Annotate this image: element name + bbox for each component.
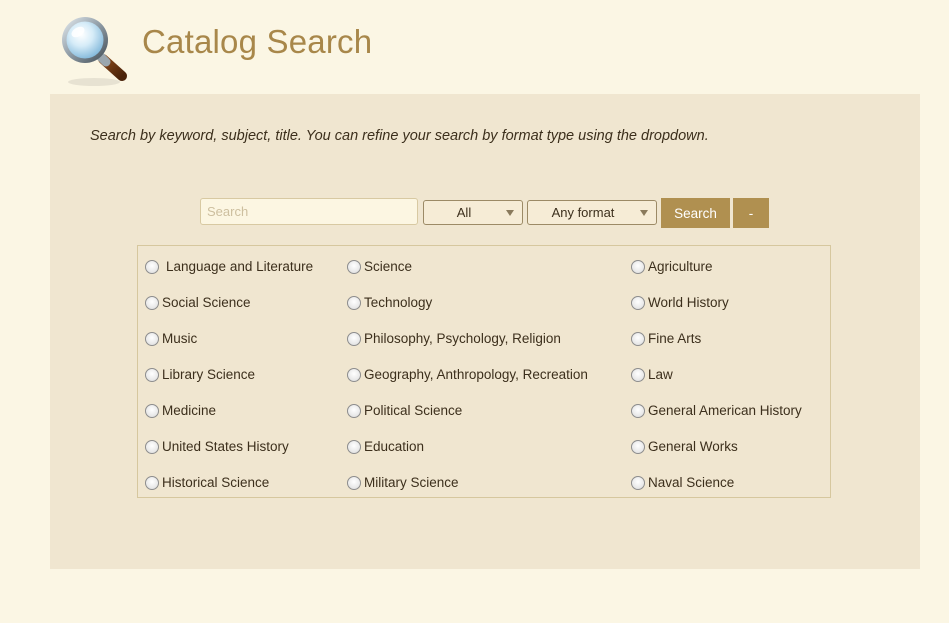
radio-button[interactable] — [631, 332, 645, 346]
subject-label: World History — [648, 294, 729, 310]
search-input[interactable] — [200, 198, 418, 225]
format-select[interactable]: Any format — [527, 200, 657, 225]
subject-label: Library Science — [162, 366, 256, 382]
radio-button[interactable] — [347, 404, 361, 418]
subject-label: General Works — [648, 438, 738, 454]
subject-option[interactable]: Military Science — [347, 473, 459, 491]
search-button[interactable]: Search — [661, 198, 730, 228]
subject-option[interactable]: Medicine — [145, 401, 216, 419]
subject-label: Education — [364, 438, 425, 454]
radio-button[interactable] — [631, 296, 645, 310]
radio-button[interactable] — [347, 296, 361, 310]
subject-option[interactable]: Historical Science — [145, 473, 269, 491]
subject-option[interactable]: Naval Science — [631, 473, 734, 491]
subject-option[interactable]: Social Science — [145, 293, 251, 311]
subject-option[interactable]: Agriculture — [631, 257, 713, 275]
subject-option[interactable]: Technology — [347, 293, 432, 311]
chevron-down-icon — [506, 210, 514, 216]
subject-label: Music — [162, 330, 198, 346]
radio-button[interactable] — [631, 404, 645, 418]
subject-label: Historical Science — [162, 474, 270, 490]
format-select-value: Any format — [551, 205, 615, 220]
subject-label: Philosophy, Psychology, Religion — [364, 330, 561, 346]
radio-button[interactable] — [145, 296, 159, 310]
subject-option[interactable]: World History — [631, 293, 729, 311]
subject-label: Science — [364, 258, 413, 274]
radio-button[interactable] — [145, 332, 159, 346]
radio-button[interactable] — [145, 368, 159, 382]
scope-select-value: All — [456, 205, 472, 220]
subject-label: Agriculture — [648, 258, 713, 274]
search-panel: Search by keyword, subject, title. You c… — [50, 94, 920, 569]
chevron-down-icon — [640, 210, 648, 216]
radio-button[interactable] — [631, 260, 645, 274]
subject-option[interactable]: Education — [347, 437, 424, 455]
radio-button[interactable] — [145, 476, 159, 490]
scope-select[interactable]: All — [423, 200, 523, 225]
subject-option[interactable]: Philosophy, Psychology, Religion — [347, 329, 561, 347]
radio-button[interactable] — [347, 368, 361, 382]
subject-label: Naval Science — [648, 474, 735, 490]
subject-label: Military Science — [364, 474, 459, 490]
radio-button[interactable] — [631, 440, 645, 454]
subject-option[interactable]: Political Science — [347, 401, 462, 419]
subject-option[interactable]: Library Science — [145, 365, 255, 383]
subject-label: Geography, Anthropology, Recreation — [364, 366, 588, 382]
subject-option[interactable]: Geography, Anthropology, Recreation — [347, 365, 588, 383]
radio-button[interactable] — [631, 368, 645, 382]
radio-button[interactable] — [347, 332, 361, 346]
subject-option[interactable]: General American History — [631, 401, 802, 419]
subject-label: Language and Literature — [166, 258, 314, 274]
radio-button[interactable] — [145, 404, 159, 418]
subject-label: Fine Arts — [648, 330, 702, 346]
radio-button[interactable] — [347, 476, 361, 490]
subject-label: Medicine — [162, 402, 217, 418]
collapse-button[interactable]: - — [733, 198, 769, 228]
header: Catalog Search — [0, 0, 949, 94]
subject-label: United States History — [162, 438, 289, 454]
subject-label: Technology — [364, 294, 433, 310]
subject-label: Social Science — [162, 294, 251, 310]
subject-label: Law — [648, 366, 673, 382]
radio-button[interactable] — [145, 440, 159, 454]
subject-option[interactable]: United States History — [145, 437, 289, 455]
radio-button[interactable] — [347, 260, 361, 274]
search-instructions: Search by keyword, subject, title. You c… — [90, 128, 709, 144]
radio-button[interactable] — [145, 260, 159, 274]
subject-label: Political Science — [364, 402, 463, 418]
subject-option[interactable]: Music — [145, 329, 197, 347]
radio-button[interactable] — [631, 476, 645, 490]
magnifying-glass-icon — [62, 17, 127, 86]
subject-label: General American History — [648, 402, 802, 418]
subject-option[interactable]: Language and Literature — [145, 257, 313, 275]
subject-option[interactable]: Fine Arts — [631, 329, 701, 347]
subject-option[interactable]: Law — [631, 365, 673, 383]
subject-option[interactable]: Science — [347, 257, 412, 275]
radio-button[interactable] — [347, 440, 361, 454]
subject-list: Language and Literature Social Science M… — [137, 245, 831, 498]
page-title: Catalog Search — [142, 23, 373, 60]
subject-option[interactable]: General Works — [631, 437, 738, 455]
